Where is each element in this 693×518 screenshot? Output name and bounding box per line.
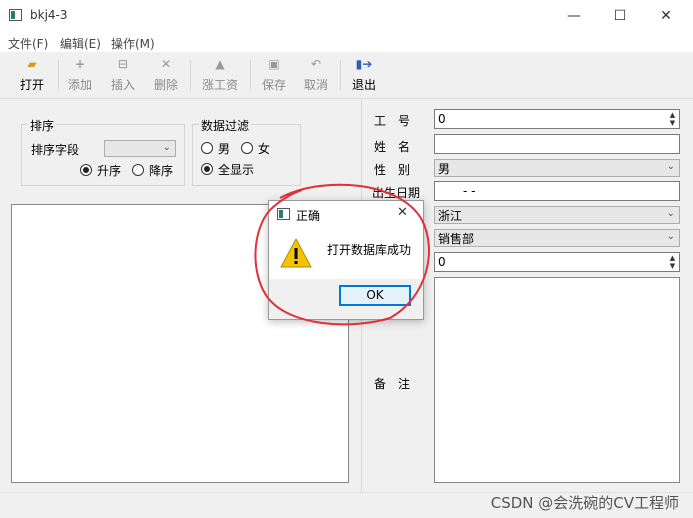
delete-label: 删除: [153, 78, 178, 92]
filter-group-title: 数据过滤: [199, 117, 252, 134]
spin-arrows-icon[interactable]: ▲ ▼: [667, 111, 678, 127]
birth-date-input[interactable]: - -: [434, 181, 680, 201]
triangle-up-icon: ▲: [215, 57, 225, 71]
app-window: bkj4-3 — ☐ ✕ 文件(F) 编辑(E) 操作(M) ▰ 打开 + 添加…: [0, 0, 693, 518]
filter-all-radio[interactable]: [201, 163, 213, 175]
menu-file[interactable]: 文件(F): [8, 35, 48, 52]
chevron-down-icon: ⌄: [162, 142, 171, 153]
insert-label: 插入: [110, 78, 135, 92]
title-bar: bkj4-3 — ☐ ✕: [0, 0, 693, 32]
plus-icon: +: [74, 57, 86, 71]
delete-button[interactable]: ✕ 删除: [148, 56, 184, 94]
exit-label: 退出: [351, 78, 376, 92]
spin-arrows-icon[interactable]: ▲ ▼: [667, 254, 678, 270]
chevron-down-icon: ⌄: [666, 208, 675, 219]
maximize-button[interactable]: ☐: [597, 0, 643, 32]
sort-desc-label: 降序: [149, 164, 174, 178]
sort-asc-radio[interactable]: [80, 164, 92, 176]
chevron-down-icon: ⌄: [666, 231, 675, 242]
add-button[interactable]: + 添加: [62, 56, 98, 94]
department-value: 销售部: [438, 232, 475, 246]
salary-value: 0: [438, 255, 446, 269]
menu-operation[interactable]: 操作(M): [111, 35, 155, 52]
sort-field-combo[interactable]: ⌄: [104, 140, 176, 157]
filter-all-label: 全显示: [218, 163, 255, 177]
gender-label: 性 别: [374, 163, 411, 177]
filter-female-label: 女: [258, 142, 271, 156]
app-icon: [9, 9, 22, 21]
emp-no-value: 0: [438, 112, 446, 126]
open-button[interactable]: ▰ 打开: [14, 56, 50, 94]
save-label: 保存: [261, 78, 286, 92]
watermark: CSDN @会洗碗的CV工程师: [490, 494, 679, 512]
cancel-label: 取消: [303, 78, 328, 92]
insert-button[interactable]: ⊟ 插入: [105, 56, 141, 94]
toolbar-separator: [340, 60, 341, 90]
cancel-button[interactable]: ↶ 取消: [298, 56, 334, 94]
name-input[interactable]: [434, 134, 680, 154]
open-label: 打开: [19, 78, 44, 92]
insert-row-icon: ⊟: [117, 57, 129, 71]
add-label: 添加: [67, 78, 92, 92]
gender-combo[interactable]: 男 ⌄: [434, 159, 680, 177]
sort-field-label: 排序字段: [31, 143, 80, 157]
sort-group-title: 排序: [28, 117, 57, 134]
x-icon: ✕: [160, 57, 172, 71]
department-combo[interactable]: 销售部 ⌄: [434, 229, 680, 247]
exit-door-icon: ▮➔: [355, 57, 373, 71]
save-button[interactable]: ▣ 保存: [256, 56, 292, 94]
toolbar: ▰ 打开 + 添加 ⊟ 插入 ✕ 删除 ▲ 涨工资 ▣ 保存 ↶ 取消 ▮➔ 退…: [0, 52, 693, 99]
menu-bar: 文件(F) 编辑(E) 操作(M): [0, 32, 693, 52]
sort-asc-label: 升序: [97, 164, 122, 178]
filter-male-label: 男: [218, 142, 231, 156]
toolbar-separator: [250, 60, 251, 90]
memo-textarea[interactable]: [434, 277, 680, 483]
toolbar-separator: [190, 60, 191, 90]
filter-male-radio[interactable]: [201, 142, 213, 154]
exit-button[interactable]: ▮➔ 退出: [346, 56, 382, 94]
memo-label: 备 注: [374, 377, 411, 391]
toolbar-separator: [58, 60, 59, 90]
window-title: bkj4-3: [30, 8, 68, 22]
salary-spinbox[interactable]: 0 ▲ ▼: [434, 252, 680, 272]
undo-icon: ↶: [310, 57, 322, 71]
name-label: 姓 名: [374, 140, 411, 154]
menu-edit[interactable]: 编辑(E): [60, 35, 101, 52]
emp-no-label: 工 号: [374, 114, 411, 128]
annotation-circle: [254, 183, 430, 326]
close-button[interactable]: ✕: [643, 0, 689, 32]
folder-open-icon: ▰: [27, 57, 37, 71]
raise-salary-button[interactable]: ▲ 涨工资: [196, 56, 244, 94]
gender-value: 男: [438, 162, 451, 176]
floppy-icon: ▣: [268, 57, 280, 71]
emp-no-spinbox[interactable]: 0 ▲ ▼: [434, 109, 680, 129]
raise-salary-label: 涨工资: [201, 78, 238, 92]
chevron-down-icon: ⌄: [666, 161, 675, 172]
minimize-button[interactable]: —: [551, 0, 597, 32]
province-combo[interactable]: 浙江 ⌄: [434, 206, 680, 224]
filter-female-radio[interactable]: [241, 142, 253, 154]
sort-desc-radio[interactable]: [132, 164, 144, 176]
province-value: 浙江: [438, 209, 463, 223]
